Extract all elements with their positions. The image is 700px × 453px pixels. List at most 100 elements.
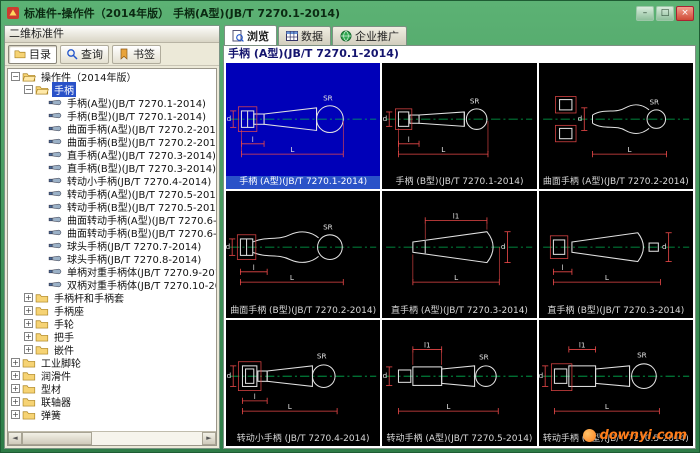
thumbnail-caption: 直手柄 (A型)(JB/T 7270.3-2014) [382,305,536,318]
tree-indent [37,111,46,120]
thumbnail-caption: 手柄 (A型)(JB/T 7270.1-2014) [226,176,380,189]
tree-indent [37,228,46,237]
thumbnail-3[interactable]: LdSR曲面手柄 (A型)(JB/T 7270.2-2014) [539,63,693,189]
folder-icon [35,292,49,303]
handle-icon [48,214,62,225]
thumbnail-grid: downyi.com LldSR手柄 (A型)(JB/T 7270.1-2014… [224,62,695,448]
thumbnail-8[interactable]: Ll1dSR转动手柄 (A型)(JB/T 7270.5-2014) [382,320,536,446]
svg-text:l1: l1 [424,340,431,349]
cad-preview: LldSR [226,320,380,433]
collapse-icon[interactable]: − [11,72,20,81]
tree-indent [37,137,46,146]
scroll-right-icon[interactable]: ► [202,432,216,445]
expand-icon[interactable]: + [11,358,20,367]
thumbnail-caption: 直手柄 (B型)(JB/T 7270.3-2014) [539,305,693,318]
thumbnail-2[interactable]: LldSR手柄 (B型)(JB/T 7270.1-2014) [382,63,536,189]
page-title: 手柄 (A型)(JB/T 7270.1-2014) [224,46,695,62]
tab-promotion[interactable]: 企业推广 [332,26,407,45]
svg-text:L: L [290,145,294,154]
tree-horizontal-scrollbar[interactable]: ◄ ► [8,431,216,445]
expand-icon[interactable]: + [24,332,33,341]
tree-indent [37,254,46,263]
thumbnail-7[interactable]: LldSR转动小手柄 (JB/T 7270.4-2014) [226,320,380,446]
thumbnail-caption: 曲面手柄 (B型)(JB/T 7270.2-2014) [226,305,380,318]
svg-text:l: l [561,263,563,272]
expand-icon[interactable]: + [11,397,20,406]
tree-indent [37,215,46,224]
tree-item[interactable]: −操作件（2014年版） [8,70,216,83]
tab-browse[interactable]: 浏览 [224,25,277,45]
tree-indent [37,280,46,289]
bookmark-button[interactable]: 书签 [112,45,161,64]
folder-icon [35,318,49,329]
folder-icon [35,344,49,355]
cad-preview: Lld [539,191,693,304]
svg-text:l1: l1 [579,340,586,349]
thumbnail-5[interactable]: Ll1d直手柄 (A型)(JB/T 7270.3-2014) [382,191,536,317]
handle-icon [48,279,62,290]
folder-icon [22,357,36,368]
handle-icon [48,253,62,264]
sidebar-panel: 二维标准件 目录 查询 [4,25,220,449]
expand-icon[interactable]: + [11,384,20,393]
tree-item[interactable]: +弹簧 [8,408,216,421]
thumbnail-4[interactable]: LldSR曲面手柄 (B型)(JB/T 7270.2-2014) [226,191,380,317]
maximize-button[interactable]: □ [656,6,674,21]
close-button[interactable]: × [676,6,694,21]
expand-icon[interactable]: + [11,371,20,380]
thumbnail-caption: 转动手柄 (A型)(JB/T 7270.5-2014) [382,433,536,446]
tab-browse-label: 浏览 [247,28,269,44]
scrollbar-track[interactable] [22,432,202,445]
collapse-icon[interactable]: − [24,85,33,94]
search-icon [66,48,78,60]
tree-item[interactable]: +手柄座 [8,304,216,317]
tab-data[interactable]: 数据 [278,26,331,45]
expand-icon[interactable]: + [11,410,20,419]
expand-icon[interactable]: + [24,319,33,328]
cad-preview: LldSR [226,63,380,176]
tree-indent [37,150,46,159]
handle-icon [48,97,62,108]
titlebar[interactable]: 标准件-操作件（2014年版） 手柄(A型)(JB/T 7270.1-2014)… [4,4,696,25]
content-panel: 浏览 数据 企业推 [223,25,696,449]
thumbnail-1[interactable]: LldSR手柄 (A型)(JB/T 7270.1-2014) [226,63,380,189]
scroll-left-icon[interactable]: ◄ [8,432,22,445]
svg-text:d: d [539,371,543,380]
svg-text:SR: SR [323,223,333,232]
directory-icon [14,48,26,60]
tree-indent [37,202,46,211]
watermark: downyi.com [583,428,687,443]
svg-text:L: L [447,402,451,411]
tree-indent [37,189,46,198]
directory-button-label: 目录 [29,46,51,62]
expand-icon[interactable]: + [24,345,33,354]
cad-preview: LdSR [539,63,693,176]
handle-icon [48,175,62,186]
svg-text:d: d [226,243,230,252]
minimize-button[interactable]: – [636,6,654,21]
thumbnail-6[interactable]: Lld直手柄 (B型)(JB/T 7270.3-2014) [539,191,693,317]
thumbnail-caption: 转动小手柄 (JB/T 7270.4-2014) [226,433,380,446]
tree-item[interactable]: +手柄杆和手柄套 [8,291,216,304]
tree-indent [37,241,46,250]
cad-preview: Ll1d [382,191,536,304]
handle-icon [48,162,62,173]
svg-text:SR: SR [637,350,647,359]
app-window: 标准件-操作件（2014年版） 手柄(A型)(JB/T 7270.1-2014)… [0,0,700,453]
folder-icon [35,305,49,316]
svg-text:L: L [442,145,446,154]
search-button[interactable]: 查询 [60,45,109,64]
svg-text:SR: SR [649,98,659,107]
directory-button[interactable]: 目录 [8,45,57,64]
cad-preview: Ll1dSR [382,320,536,433]
svg-text:l: l [253,263,255,272]
svg-text:L: L [454,273,458,282]
scrollbar-thumb[interactable] [22,432,92,445]
handle-icon [48,240,62,251]
svg-text:l: l [252,135,254,144]
expand-icon[interactable]: + [24,293,33,302]
tree-indent [37,176,46,185]
tree-item[interactable]: +手轮 [8,317,216,330]
expand-icon[interactable]: + [24,306,33,315]
tree-item[interactable]: +把手 [8,330,216,343]
